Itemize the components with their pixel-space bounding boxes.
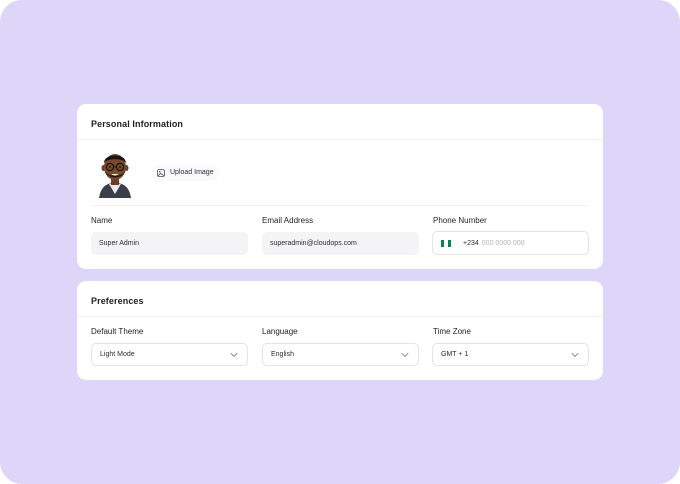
- name-field[interactable]: Super Admin: [91, 232, 248, 255]
- timezone-label: Time Zone: [433, 327, 471, 336]
- phone-placeholder: 000 0000 000: [481, 239, 525, 247]
- theme-label: Default Theme: [91, 327, 144, 336]
- email-field[interactable]: superadmin@cloudops.com: [262, 232, 419, 255]
- chevron-down-icon: [230, 352, 238, 358]
- upload-image-button[interactable]: Upload Image: [151, 164, 220, 181]
- phone-label: Phone Number: [433, 216, 487, 225]
- timezone-value: GMT + 1: [441, 351, 469, 358]
- phone-field[interactable]: +234 000 0000 000: [432, 231, 589, 255]
- name-label: Name: [91, 216, 113, 225]
- preferences-title: Preferences: [91, 296, 144, 306]
- theme-select[interactable]: Light Mode: [91, 343, 248, 366]
- timezone-select[interactable]: GMT + 1: [432, 343, 589, 366]
- language-value: English: [271, 351, 294, 358]
- personal-information-card: Personal Information Upload Image Name S…: [77, 104, 603, 269]
- language-label: Language: [262, 327, 298, 336]
- phone-country-code: +234: [463, 239, 479, 247]
- email-label: Email Address: [262, 216, 314, 225]
- email-value: superadmin@cloudops.com: [270, 240, 357, 247]
- chevron-down-icon: [401, 352, 409, 358]
- language-select[interactable]: English: [262, 343, 419, 366]
- divider: [91, 205, 589, 206]
- chevron-down-icon: [571, 352, 579, 358]
- preferences-card: Preferences Default Theme Light Mode Lan…: [77, 281, 603, 380]
- divider: [77, 139, 603, 140]
- upload-image-label: Upload Image: [170, 169, 214, 176]
- image-upload-icon: [157, 168, 165, 177]
- name-value: Super Admin: [99, 240, 140, 247]
- divider: [77, 316, 603, 317]
- nigeria-flag-icon[interactable]: [441, 239, 451, 247]
- avatar: [99, 154, 131, 198]
- theme-value: Light Mode: [100, 351, 135, 358]
- personal-information-title: Personal Information: [91, 119, 184, 129]
